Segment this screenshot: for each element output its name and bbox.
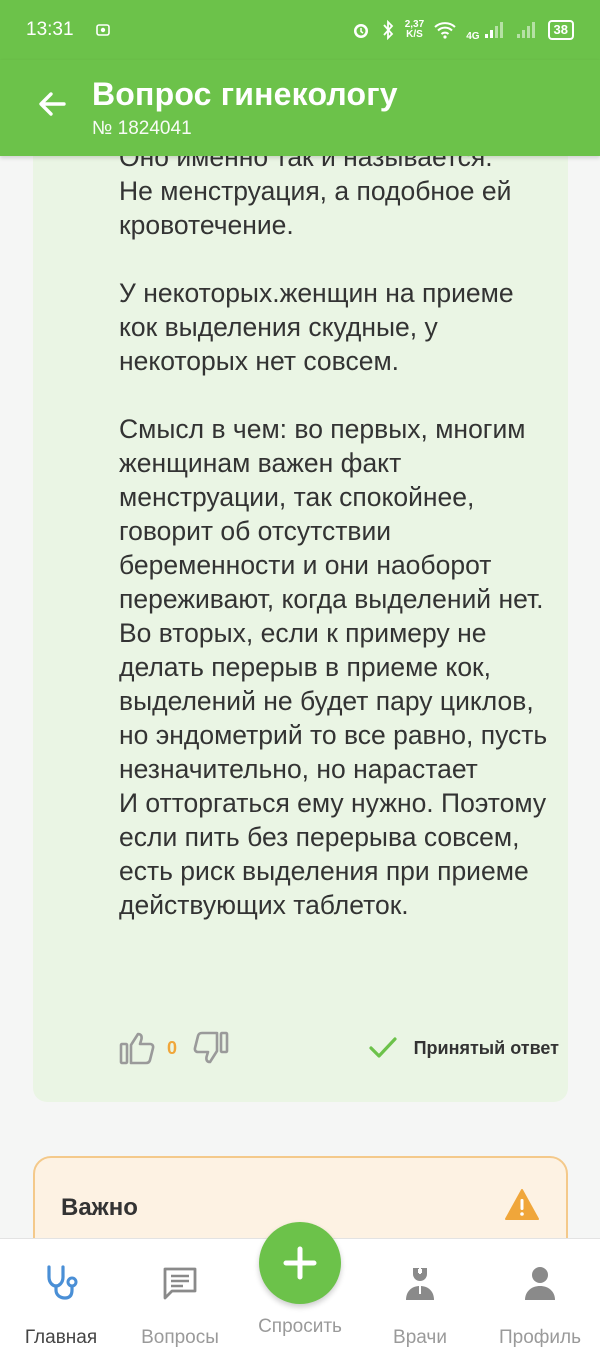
accepted-answer-badge: Принятый ответ [368,1036,559,1060]
ask-button[interactable] [259,1222,341,1304]
question-number: № 1824041 [92,118,192,139]
answer-text: Оно именно так и называется. Не менструа… [119,142,548,920]
battery-indicator: 38 [547,20,574,40]
answer-card: Оно именно так и называется. Не менструа… [33,120,568,1102]
doctor-icon [406,1268,434,1300]
nav-home[interactable]: Главная [6,1261,116,1349]
nav-questions-label: Вопросы [141,1327,219,1348]
page-title: Вопрос гинекологу [92,76,398,112]
like-count: 0 [167,1037,178,1058]
ask-button-label[interactable]: Спросить [230,1316,370,1338]
bluetooth-icon [383,20,393,40]
important-title: Важно [61,1194,138,1221]
thumbs-down-icon[interactable] [191,1030,229,1066]
nav-profile[interactable]: Профиль [485,1261,595,1349]
nav-home-label: Главная [24,1327,98,1348]
stethoscope-icon [47,1265,78,1300]
signal-2-icon [516,22,535,38]
checkmark-icon [368,1037,397,1058]
camera-notification-icon [95,24,110,36]
answer-rating-row: 0 Принятый ответ [119,1026,559,1070]
signal-icon [484,22,503,38]
alarm-icon [353,24,368,38]
accepted-answer-label: Принятый ответ [413,1037,559,1058]
app-header: Вопрос гинекологу № 1824041 [0,60,600,156]
back-arrow-icon[interactable] [34,86,70,122]
status-time: 13:31 [26,19,74,40]
plus-icon [283,1246,317,1280]
wifi-icon [434,22,456,39]
nav-profile-label: Профиль [498,1327,582,1348]
person-icon [525,1267,555,1300]
nav-doctors[interactable]: Врачи [365,1261,475,1349]
nav-questions[interactable]: Вопросы [125,1261,235,1349]
status-bar: 13:31 2,37 K/S 4G 38 [0,0,600,60]
nav-doctors-label: Врачи [393,1327,447,1348]
net-speed: 2,37 K/S [404,19,425,40]
chat-icon [163,1267,197,1300]
warning-icon [505,1189,539,1220]
thumbs-up-icon[interactable] [119,1030,157,1066]
network-type: 4G [466,30,480,42]
